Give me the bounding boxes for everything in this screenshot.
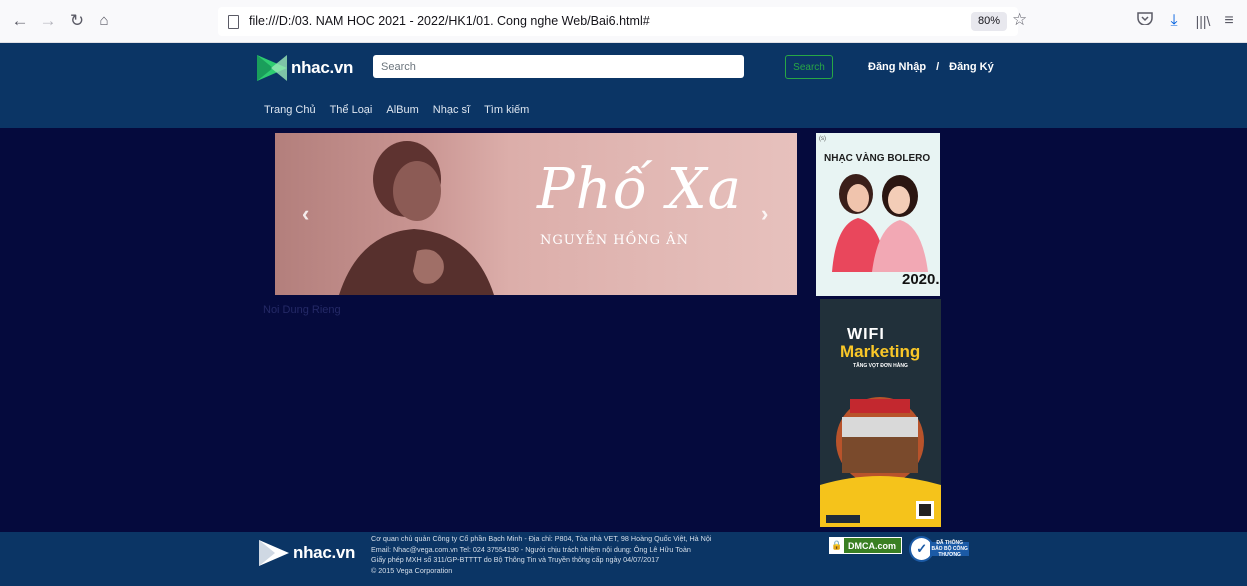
address-bar[interactable]: file:///D:/03. NAM HOC 2021 - 2022/HK1/0… — [218, 7, 1027, 36]
lock-icon: 🔒 — [830, 538, 844, 553]
menu-item-genre[interactable]: Thể Loại — [330, 104, 373, 116]
banner-title: Phố Xa — [537, 157, 743, 222]
ad-bolero-photo — [826, 166, 930, 272]
register-link[interactable]: Đăng Ký — [949, 61, 994, 73]
reload-icon[interactable]: ↻ — [65, 9, 89, 33]
footer-logo-text: nhac.vn — [293, 543, 356, 562]
login-link[interactable]: Đăng Nhập — [868, 61, 926, 73]
bookmark-star-icon[interactable]: ☆ — [1012, 10, 1027, 30]
ad-wifi-subtitle: Marketing — [840, 342, 921, 361]
search-button[interactable]: Search — [785, 55, 833, 79]
footer-line: Giấy phép MXH số 311/GP-BTTTT do Bộ Thôn… — [371, 555, 660, 564]
banner-subtitle: NGUYỄN HỒNG ÂN — [540, 233, 689, 248]
page-icon — [228, 15, 239, 29]
dmca-badge[interactable]: 🔒 DMCA.com — [829, 537, 902, 554]
browser-toolbar: ← → ↻ ⌂ file:///D:/03. NAM HOC 2021 - 20… — [0, 0, 1247, 43]
ad-bolero-title: NHẠC VÀNG BOLERO — [824, 153, 931, 164]
footer-line: © 2015 Vega Corporation — [371, 565, 453, 575]
slider-prev-icon[interactable]: ‹ — [302, 201, 309, 227]
menu-icon[interactable]: ≡ — [1218, 9, 1240, 33]
main-content: ‹ › Phố Xa NGUYỄN HỒNG ÂN Noi Dung Rieng… — [0, 128, 1247, 532]
search-input[interactable] — [373, 55, 744, 78]
menu-item-search[interactable]: Tìm kiếm — [484, 104, 529, 116]
footer-line: Email: Nhac@vega.com.vn Tel: 024 3755419… — [371, 544, 691, 554]
url-text[interactable]: file:///D:/03. NAM HOC 2021 - 2022/HK1/0… — [249, 14, 650, 28]
library-icon[interactable]: |||\ — [1192, 9, 1214, 33]
site-header: nhac.vn Search Đăng Nhập / Đăng Ký Trang C… — [0, 43, 1247, 128]
auth-separator: / — [936, 61, 940, 73]
ad-tag: (s) — [819, 136, 826, 142]
ad-wifi-tagline: TĂNG VỌT ĐƠN HÀNG — [853, 363, 908, 369]
ad-bolero[interactable]: (s) NHẠC VÀNG BOLERO 2020. — [816, 133, 940, 296]
back-icon[interactable]: ← — [8, 9, 32, 33]
content-label: Noi Dung Rieng — [263, 304, 341, 316]
dmca-label: DMCA.com — [848, 540, 897, 551]
site-footer: nhac.vn Cơ quan chủ quản Công ty Cổ phần… — [0, 532, 1247, 586]
menu-item-composer[interactable]: Nhạc sĩ — [433, 104, 470, 116]
home-icon[interactable]: ⌂ — [92, 9, 116, 33]
zoom-level[interactable]: 80% — [971, 12, 1007, 31]
footer-line: Cơ quan chủ quản Công ty Cổ phần Bạch Mi… — [371, 534, 712, 543]
main-menu: Trang Chủ Thể Loại AlBum Nhạc sĩ Tìm kiế… — [264, 104, 529, 116]
footer-info: Cơ quan chủ quản Công ty Cổ phần Bạch Mi… — [371, 534, 711, 576]
artist-photo — [339, 141, 494, 295]
download-icon[interactable]: ⤓ — [1163, 9, 1185, 33]
slider-next-icon[interactable]: › — [761, 201, 768, 227]
footer-logo[interactable]: nhac.vn — [259, 540, 355, 566]
ad-bolero-year: 2020. — [902, 271, 940, 288]
footer-logo-mark-icon — [259, 540, 289, 566]
bct-badge[interactable]: ✓ ĐÃ THÔNG BÁO BỘ CÔNG THƯƠNG — [909, 536, 969, 562]
forward-icon[interactable]: → — [36, 9, 60, 33]
auth-links: Đăng Nhập / Đăng Ký — [868, 61, 994, 73]
menu-item-album[interactable]: AlBum — [386, 104, 418, 116]
site-logo[interactable]: nhac.vn — [257, 55, 353, 81]
menu-item-home[interactable]: Trang Chủ — [264, 104, 316, 116]
ad-wifi-photo — [820, 397, 941, 527]
banner-slider[interactable]: ‹ › Phố Xa NGUYỄN HỒNG ÂN — [275, 133, 797, 295]
logo-mark-icon — [257, 55, 287, 81]
logo-text: nhac.vn — [291, 58, 354, 77]
ad-wifi-marketing[interactable]: WIFI Marketing TĂNG VỌT ĐƠN HÀNG — [820, 299, 941, 527]
pocket-icon[interactable] — [1134, 9, 1156, 33]
bct-label: ĐÃ THÔNG BÁO BỘ CÔNG THƯƠNG — [930, 540, 969, 558]
